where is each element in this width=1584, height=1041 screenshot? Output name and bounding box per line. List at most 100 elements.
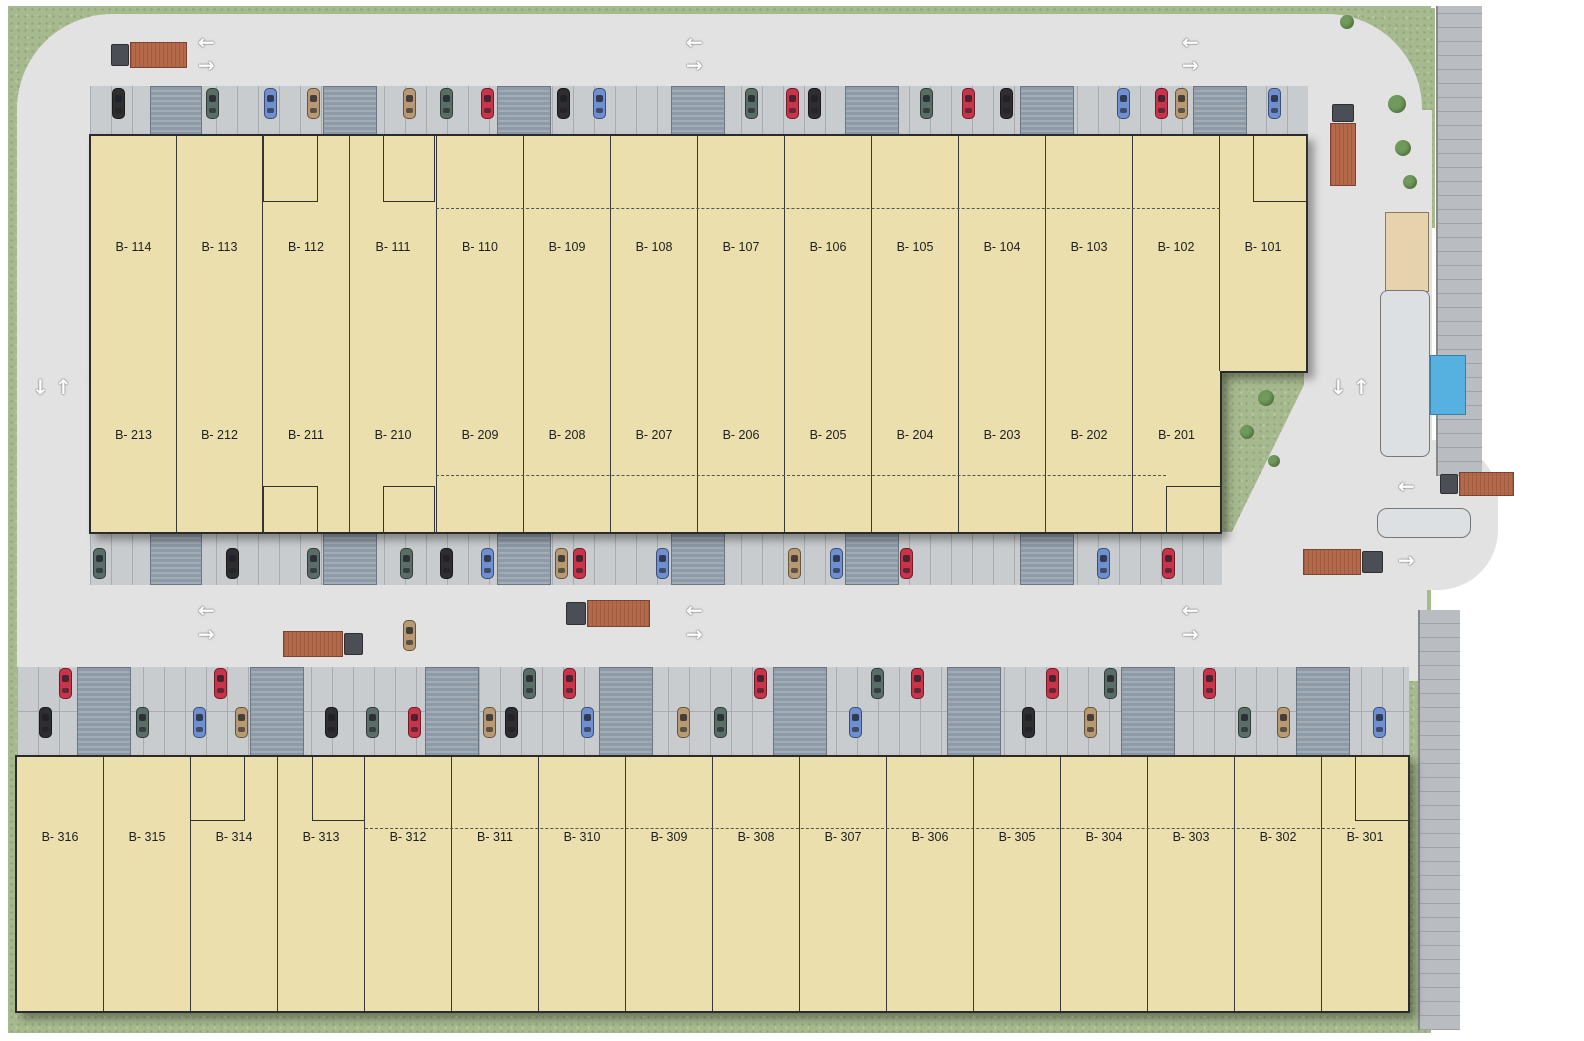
warehouse-unit: B- 202 — [1046, 371, 1133, 532]
unit-label: B- 204 — [896, 428, 934, 442]
parked-car — [1155, 88, 1168, 119]
parked-car — [235, 707, 248, 738]
unit-label: B- 210 — [374, 428, 412, 442]
container-truck — [283, 631, 363, 657]
warehouse-unit: B- 307 — [800, 757, 887, 1011]
parked-car — [656, 548, 669, 579]
parked-car — [1117, 88, 1130, 119]
utility-building — [1380, 290, 1430, 457]
container-truck — [1303, 549, 1383, 575]
container-truck — [1330, 104, 1356, 186]
parked-car — [1277, 707, 1290, 738]
tree — [1268, 455, 1280, 467]
warehouse-unit: B- 104 — [959, 136, 1046, 371]
warehouse-unit: B- 110 — [437, 136, 524, 371]
parked-car — [505, 707, 518, 738]
unit-label: B- 308 — [737, 830, 775, 844]
unit-label: B- 305 — [998, 830, 1036, 844]
traffic-arrow-right-icon: → — [686, 53, 703, 77]
office-partition — [190, 757, 245, 821]
parked-car — [400, 548, 413, 579]
warehouse-unit: B- 113 — [177, 136, 263, 371]
unit-label: B- 103 — [1070, 240, 1108, 254]
parked-car — [481, 548, 494, 579]
unit-label: B- 108 — [635, 240, 673, 254]
unit-label: B- 306 — [911, 830, 949, 844]
traffic-arrow-down-icon: ↓ — [1330, 375, 1347, 399]
warehouse-unit: B- 207 — [611, 371, 698, 532]
tree — [1240, 425, 1254, 439]
parked-car — [226, 548, 239, 579]
water-tank — [1430, 355, 1466, 415]
container-truck — [566, 600, 650, 627]
warehouse-unit: B- 305 — [974, 757, 1061, 1011]
parked-car — [830, 548, 843, 579]
east-parking-strip-lower — [1418, 610, 1460, 1030]
traffic-arrow-left-icon: ← — [198, 30, 215, 54]
office-partition — [383, 486, 435, 534]
unit-label: B- 106 — [809, 240, 847, 254]
traffic-arrow-left-icon: ← — [1398, 474, 1415, 498]
parked-car — [307, 548, 320, 579]
parked-car — [440, 88, 453, 119]
traffic-arrow-left-icon: ← — [686, 30, 703, 54]
office-partition — [263, 486, 318, 534]
unit-label: B- 213 — [115, 428, 152, 442]
parked-car — [677, 707, 690, 738]
parked-car — [325, 707, 338, 738]
parked-car — [714, 707, 727, 738]
warehouse-unit: B- 102 — [1133, 136, 1220, 371]
parked-car — [849, 707, 862, 738]
parked-car — [745, 88, 758, 119]
parked-car — [440, 548, 453, 579]
gate-booth — [1377, 508, 1471, 538]
parked-car — [786, 88, 799, 119]
parked-car — [1022, 707, 1035, 738]
parked-car — [307, 88, 320, 119]
warehouse-unit: B- 208 — [524, 371, 611, 532]
traffic-arrow-left-icon: ← — [1182, 598, 1199, 622]
parked-car — [962, 88, 975, 119]
parked-car — [581, 707, 594, 738]
loading-dock — [845, 528, 899, 585]
loading-dock — [250, 667, 304, 759]
parked-car — [403, 88, 416, 119]
unit-label: B- 314 — [215, 830, 253, 844]
traffic-arrow-down-icon: ↓ — [32, 375, 49, 399]
warehouse-unit: B- 204 — [872, 371, 959, 532]
unit-label: B- 101 — [1244, 240, 1282, 254]
loading-dock — [671, 86, 725, 138]
unit-label: B- 211 — [288, 428, 324, 442]
loading-dock — [497, 528, 551, 585]
unit-label: B- 203 — [983, 428, 1021, 442]
parked-car — [563, 668, 576, 699]
container-truck — [1440, 472, 1514, 496]
parked-car — [523, 668, 536, 699]
loading-dock — [1020, 86, 1074, 138]
tree — [1340, 15, 1354, 29]
parked-car — [483, 707, 496, 738]
mezzanine-line — [436, 475, 1166, 476]
warehouse-unit: B- 106 — [785, 136, 872, 371]
parked-car — [1238, 707, 1251, 738]
warehouse-unit: B- 105 — [872, 136, 959, 371]
traffic-arrow-right-icon: → — [1398, 548, 1415, 572]
parked-car — [1104, 668, 1117, 699]
parked-car — [754, 668, 767, 699]
unit-label: B- 303 — [1172, 830, 1210, 844]
unit-label: B- 112 — [288, 240, 324, 254]
loading-dock — [671, 528, 725, 585]
parked-car — [871, 668, 884, 699]
unit-label: B- 111 — [375, 240, 411, 254]
parked-car — [93, 548, 106, 579]
parked-car — [1162, 548, 1175, 579]
parked-car — [1203, 668, 1216, 699]
parked-car — [264, 88, 277, 119]
warehouse-unit: B- 302 — [1235, 757, 1322, 1011]
unit-label: B- 114 — [115, 240, 152, 254]
parked-car — [481, 88, 494, 119]
parked-car — [1268, 88, 1281, 119]
unit-label: B- 107 — [722, 240, 760, 254]
office-partition — [1355, 757, 1410, 821]
parked-car — [403, 620, 416, 651]
